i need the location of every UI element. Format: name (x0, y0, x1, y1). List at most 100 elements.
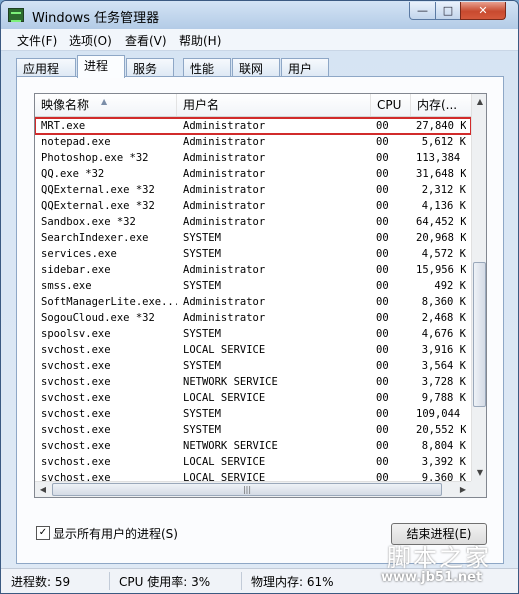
cpu-cell: 00 (376, 344, 389, 356)
tab-services[interactable]: 服务 (126, 58, 174, 77)
table-row[interactable]: services.exe SYSTEM 00 4,572 K (35, 246, 471, 262)
table-row[interactable]: SearchIndexer.exe SYSTEM 00 20,968 K (35, 230, 471, 246)
table-row[interactable]: svchost.exe LOCAL SERVICE 00 9,788 K (35, 390, 471, 406)
table-row[interactable]: svchost.exe NETWORK SERVICE 00 8,804 K (35, 438, 471, 454)
table-row[interactable]: smss.exe SYSTEM 00 492 K (35, 278, 471, 294)
process-name-cell: svchost.exe (41, 344, 111, 356)
cpu-cell: 00 (376, 264, 389, 276)
tab-networking[interactable]: 联网 (232, 58, 280, 77)
table-row[interactable]: QQExternal.exe *32 Administrator 00 4,136 K (35, 198, 471, 214)
process-name-cell: QQ.exe *32 (41, 168, 105, 180)
vertical-scrollbar[interactable]: ▲ ▼ (471, 94, 486, 481)
user-name-cell: Administrator (183, 136, 266, 148)
status-physical-memory: 物理内存: 61% (251, 575, 334, 589)
memory-cell: 113,384 K (416, 152, 466, 164)
memory-cell: 3,916 K (421, 344, 466, 356)
status-bar: 进程数: 59 CPU 使用率: 3% 物理内存: 61% (1, 568, 518, 593)
menu-file[interactable]: 文件(F) (17, 32, 57, 49)
cpu-cell: 00 (376, 440, 389, 452)
horizontal-scroll-thumb[interactable]: ||| (52, 483, 442, 496)
process-name-cell: svchost.exe (41, 424, 111, 436)
tab-performance[interactable]: 性能 (183, 58, 231, 77)
title-bar[interactable]: Windows 任务管理器 — □ ✕ (1, 1, 518, 29)
table-row[interactable]: notepad.exe Administrator 00 5,612 K (35, 134, 471, 150)
table-row[interactable]: svchost.exe SYSTEM 00 20,552 K (35, 422, 471, 438)
user-name-cell: SYSTEM (183, 424, 221, 436)
table-row[interactable]: spoolsv.exe SYSTEM 00 4,676 K (35, 326, 471, 342)
user-name-cell: Administrator (183, 168, 266, 180)
column-user-name[interactable]: 用户名 (177, 94, 371, 116)
maximize-button[interactable]: □ (435, 2, 461, 20)
scroll-right-icon[interactable]: ▶ (455, 482, 471, 497)
scroll-left-icon[interactable]: ◀ (35, 482, 51, 497)
cpu-cell: 00 (376, 392, 389, 404)
table-row[interactable]: Sandbox.exe *32 Administrator 00 64,452 K (35, 214, 471, 230)
user-name-cell: Administrator (183, 264, 266, 276)
process-list[interactable]: 映像名称 ▲ 用户名 CPU 内存(... MRT.exe Administrat… (34, 93, 487, 498)
task-manager-icon (8, 8, 24, 22)
minimize-button[interactable]: — (409, 2, 436, 20)
table-row[interactable]: sidebar.exe Administrator 00 15,956 K (35, 262, 471, 278)
show-all-users-checkbox[interactable]: ✓ (36, 526, 50, 540)
column-image-name[interactable]: 映像名称 ▲ (35, 94, 177, 116)
table-row[interactable]: svchost.exe SYSTEM 00 3,564 K (35, 358, 471, 374)
end-process-button[interactable]: 结束进程(E) (391, 523, 487, 545)
scroll-down-icon[interactable]: ▼ (472, 465, 486, 481)
tab-users[interactable]: 用户 (281, 58, 329, 77)
cpu-cell: 00 (376, 360, 389, 372)
user-name-cell: LOCAL SERVICE (183, 392, 266, 404)
process-name-cell: MRT.exe (41, 120, 86, 132)
cpu-cell: 00 (376, 232, 389, 244)
process-name-cell: Photoshop.exe *32 (41, 152, 149, 164)
column-cpu[interactable]: CPU (371, 94, 411, 116)
table-row[interactable]: svchost.exe NETWORK SERVICE 00 3,728 K (35, 374, 471, 390)
menu-options[interactable]: 选项(O) (69, 32, 112, 49)
process-name-cell: svchost.exe (41, 392, 111, 404)
show-all-users-label: 显示所有用户的进程(S) (53, 527, 178, 541)
memory-cell: 64,452 K (416, 216, 466, 228)
cpu-cell: 00 (376, 456, 389, 468)
horizontal-scrollbar[interactable]: ◀ ||| ▶ (35, 481, 471, 497)
memory-cell: 20,552 K (416, 424, 466, 436)
menu-view[interactable]: 查看(V) (125, 32, 167, 49)
process-name-cell: spoolsv.exe (41, 328, 111, 340)
user-name-cell: Administrator (183, 312, 266, 324)
memory-cell: 5,612 K (421, 136, 466, 148)
memory-cell: 27,840 K (416, 120, 466, 132)
cpu-cell: 00 (376, 312, 389, 324)
table-row[interactable]: SoftManagerLite.exe... Administrator 00 8,3… (35, 294, 471, 310)
table-row[interactable]: Photoshop.exe *32 Administrator 00 113,384 … (35, 150, 471, 166)
table-row[interactable]: SogouCloud.exe *32 Administrator 00 2,468 K (35, 310, 471, 326)
table-row[interactable]: svchost.exe LOCAL SERVICE 00 3,916 K (35, 342, 471, 358)
tab-processes[interactable]: 进程 (77, 55, 125, 78)
memory-cell: 3,392 K (421, 456, 466, 468)
table-row[interactable]: QQExternal.exe *32 Administrator 00 2,312 K (35, 182, 471, 198)
scroll-up-icon[interactable]: ▲ (472, 94, 486, 110)
table-row[interactable]: QQ.exe *32 Administrator 00 31,648 K (35, 166, 471, 182)
user-name-cell: Administrator (183, 120, 266, 132)
memory-cell: 3,728 K (421, 376, 466, 388)
table-row[interactable]: svchost.exe LOCAL SERVICE 00 3,392 K (35, 454, 471, 470)
tab-applications[interactable]: 应用程序 (16, 58, 76, 93)
table-row[interactable]: svchost.exe SYSTEM 00 109,044 K (35, 406, 471, 422)
cpu-cell: 00 (376, 408, 389, 420)
process-name-cell: SoftManagerLite.exe... (41, 296, 177, 308)
vertical-scroll-thumb[interactable] (473, 262, 486, 407)
window-title: Windows 任务管理器 (32, 11, 160, 26)
process-name-cell: SogouCloud.exe *32 (41, 312, 155, 324)
menu-help[interactable]: 帮助(H) (179, 32, 221, 49)
memory-cell: 8,360 K (421, 296, 466, 308)
memory-cell: 4,136 K (421, 200, 466, 212)
process-name-cell: sidebar.exe (41, 264, 111, 276)
cpu-cell: 00 (376, 216, 389, 228)
user-name-cell: SYSTEM (183, 280, 221, 292)
user-name-cell: LOCAL SERVICE (183, 344, 266, 356)
process-name-cell: svchost.exe (41, 376, 111, 388)
memory-cell: 31,648 K (416, 168, 466, 180)
column-memory[interactable]: 内存(... (411, 94, 471, 116)
memory-cell: 4,676 K (421, 328, 466, 340)
user-name-cell: SYSTEM (183, 328, 221, 340)
table-row[interactable]: MRT.exe Administrator 00 27,840 K (35, 117, 472, 135)
process-name-cell: Sandbox.exe *32 (41, 216, 136, 228)
close-button[interactable]: ✕ (460, 2, 506, 20)
